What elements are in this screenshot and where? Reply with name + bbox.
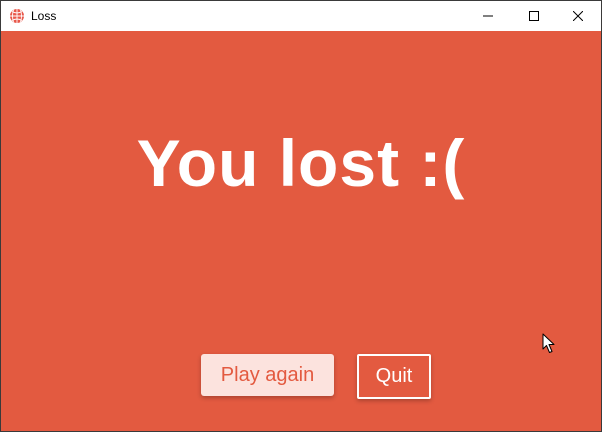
maximize-icon [529, 11, 539, 21]
quit-button[interactable]: Quit [357, 354, 431, 399]
app-icon [9, 8, 25, 24]
game-over-screen: You lost :( Play again Quit [1, 31, 601, 431]
close-button[interactable] [555, 1, 601, 31]
game-window: Loss You lost :( Play again Quit [0, 0, 602, 432]
mouse-pointer-icon [542, 333, 555, 353]
close-icon [573, 11, 583, 21]
play-again-button[interactable]: Play again [201, 354, 334, 396]
minimize-icon [483, 15, 493, 17]
window-title: Loss [31, 9, 57, 23]
game-over-headline: You lost :( [136, 126, 466, 200]
minimize-button[interactable] [465, 1, 511, 31]
maximize-button[interactable] [511, 1, 557, 31]
title-bar[interactable]: Loss [1, 1, 601, 31]
